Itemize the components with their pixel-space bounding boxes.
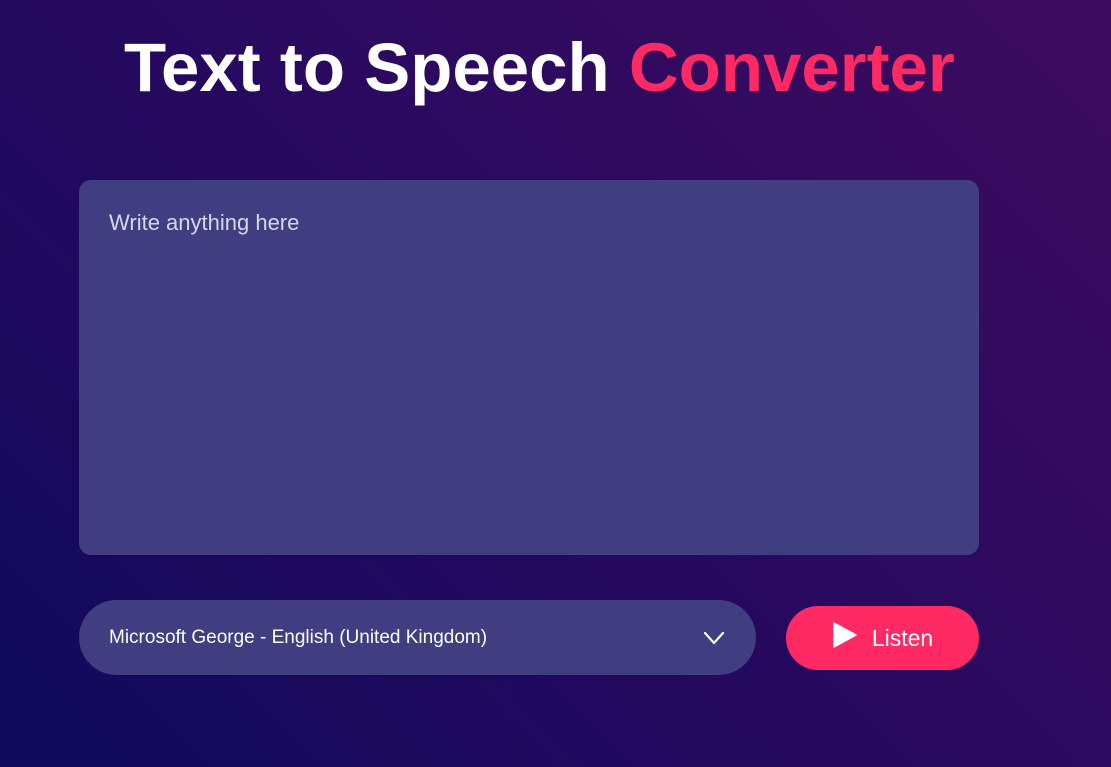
page-title: Text to Speech Converter [124, 28, 955, 108]
play-icon [832, 621, 858, 649]
title-accent: Converter [628, 29, 955, 106]
voice-select-value: Microsoft George - English (United Kingd… [109, 626, 488, 648]
voice-select[interactable]: Microsoft George - English (United Kingd… [79, 600, 756, 675]
chevron-down-icon [702, 626, 726, 650]
text-input[interactable] [79, 180, 979, 555]
listen-button-label: Listen [871, 624, 934, 651]
title-main: Text to Speech [124, 29, 629, 106]
listen-button[interactable]: Listen [786, 606, 979, 670]
